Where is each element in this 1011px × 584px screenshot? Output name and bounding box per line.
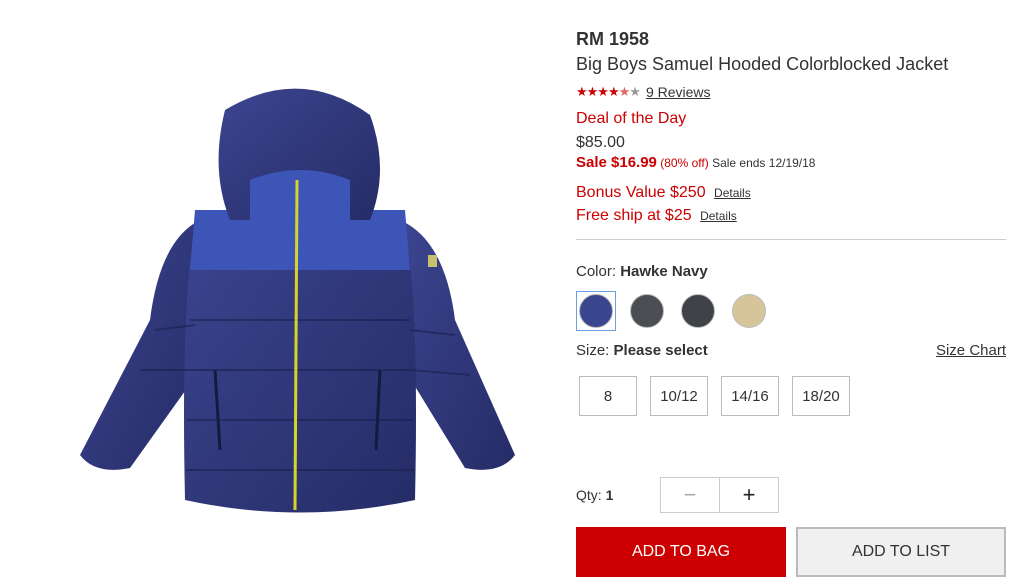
swatch-dark-grey[interactable] — [678, 291, 718, 331]
swatch-khaki[interactable] — [729, 291, 769, 331]
bonus-value: Bonus Value $250 Details — [576, 181, 1006, 204]
qty-decrease-button[interactable]: − — [661, 478, 720, 512]
swatch-hawke-navy[interactable] — [576, 291, 616, 331]
swatch-circle — [732, 294, 766, 328]
size-option-8[interactable]: 8 — [579, 376, 637, 416]
color-label-row: Color: Hawke Navy — [576, 262, 1006, 282]
free-ship-details-link[interactable]: Details — [700, 209, 737, 223]
rating-stars: ★★★★★★ — [576, 84, 641, 99]
size-chart-link[interactable]: Size Chart — [936, 340, 1006, 362]
product-image — [60, 70, 540, 540]
deal-of-the-day: Deal of the Day — [576, 110, 687, 127]
color-swatches — [576, 290, 1006, 332]
size-label-group: Size: Please select — [576, 340, 708, 362]
size-row: Size: Please select Size Chart — [576, 340, 1006, 362]
sale-line: Sale $16.99 (80% off) Sale ends 12/19/18 — [576, 153, 1006, 173]
size-option-14-16[interactable]: 14/16 — [721, 376, 779, 416]
sale-price: Sale $16.99 — [576, 154, 657, 171]
add-to-bag-button[interactable]: ADD TO BAG — [576, 527, 786, 577]
sale-ends: Sale ends 12/19/18 — [712, 156, 816, 170]
free-ship: Free ship at $25 Details — [576, 204, 1006, 227]
color-label: Color: — [576, 263, 617, 280]
size-options: 8 10/12 14/16 18/20 — [579, 376, 1006, 416]
reviews-link[interactable]: 9 Reviews — [646, 84, 711, 100]
qty-label-group: Qty: 1 — [576, 487, 660, 503]
swatch-circle — [579, 294, 613, 328]
bonus-label: Bonus Value $250 — [576, 184, 706, 201]
bonus-details-link[interactable]: Details — [714, 186, 751, 200]
quantity-row: Qty: 1 − + — [576, 477, 779, 513]
size-label: Size: — [576, 342, 610, 359]
qty-value: 1 — [605, 487, 614, 503]
divider — [576, 239, 1006, 240]
product-title: Big Boys Samuel Hooded Colorblocked Jack… — [576, 54, 949, 74]
original-price: $85.00 — [576, 134, 625, 151]
jacket-illustration — [80, 88, 515, 513]
free-ship-label: Free ship at $25 — [576, 207, 692, 224]
price-rm: RM 1958 — [576, 29, 650, 49]
swatch-charcoal[interactable] — [627, 291, 667, 331]
size-selected: Please select — [613, 342, 708, 359]
swatch-circle — [681, 294, 715, 328]
discount-percent: (80% off) — [660, 156, 709, 170]
rating-row: ★★★★★★ 9 Reviews — [576, 82, 1006, 102]
selected-color: Hawke Navy — [620, 263, 708, 280]
size-option-18-20[interactable]: 18/20 — [792, 376, 850, 416]
swatch-circle — [630, 294, 664, 328]
quantity-stepper: − + — [660, 477, 779, 513]
product-details: RM 1958 Big Boys Samuel Hooded Colorbloc… — [576, 26, 1006, 416]
qty-label: Qty: — [576, 487, 602, 503]
qty-increase-button[interactable]: + — [720, 478, 778, 512]
size-option-10-12[interactable]: 10/12 — [650, 376, 708, 416]
add-to-list-button[interactable]: ADD TO LIST — [796, 527, 1006, 577]
